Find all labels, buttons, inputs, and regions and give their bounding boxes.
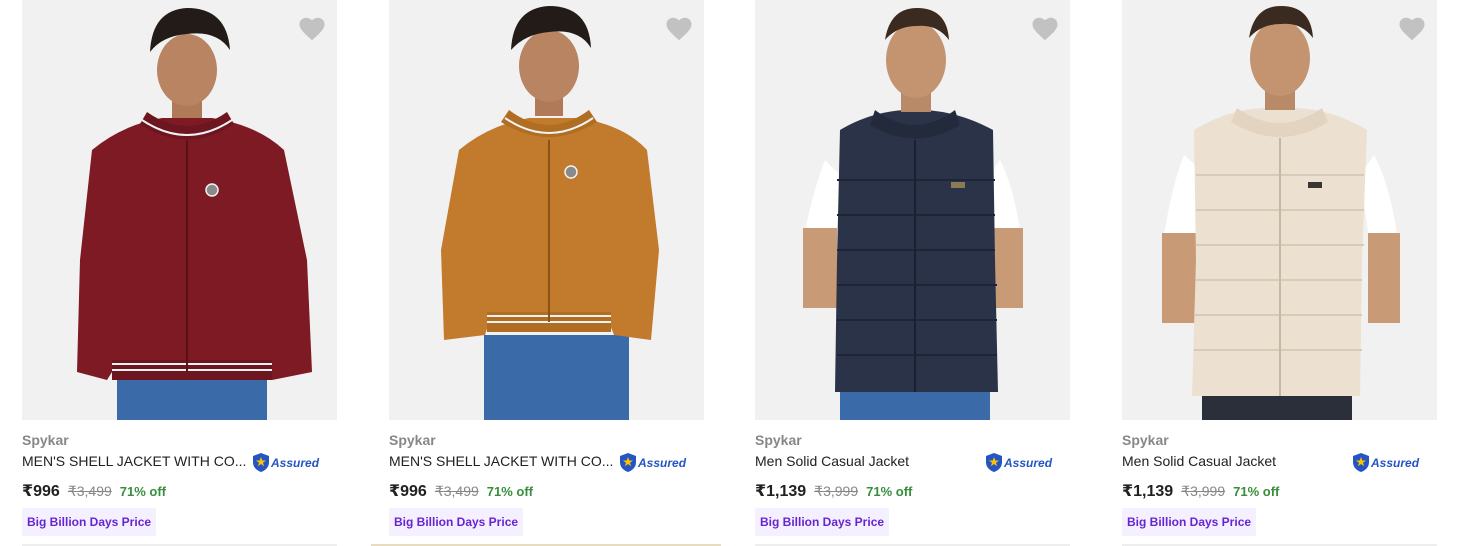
product-photo — [389, 0, 704, 420]
product-photo — [22, 0, 337, 420]
selling-price: ₹1,139 — [755, 483, 807, 500]
product-title[interactable]: Men Solid Casual Jacket — [755, 453, 909, 469]
selling-price: ₹996 — [389, 483, 427, 500]
original-price: ₹3,499 — [434, 483, 479, 499]
assured-shield-icon — [986, 453, 1002, 472]
offer-badge: Big Billion Days Price — [755, 508, 890, 536]
offer-badge: Big Billion Days Price — [1122, 508, 1257, 536]
product-title[interactable]: Men Solid Casual Jacket — [1122, 453, 1276, 469]
assured-label: Assured — [271, 455, 320, 470]
brand-name: Spykar — [1122, 432, 1169, 448]
brand-name: Spykar — [22, 432, 69, 448]
assured-label: Assured — [1004, 455, 1053, 470]
product-card[interactable]: Spykar Men Solid Casual Jacket Assured ₹… — [1122, 0, 1438, 546]
assured-shield-icon — [620, 453, 636, 472]
product-card[interactable]: Spykar MEN'S SHELL JACKET WITH CO... Ass… — [22, 0, 338, 546]
original-price: ₹3,999 — [1181, 483, 1226, 499]
offer-badge: Big Billion Days Price — [22, 508, 157, 536]
price-row: ₹996 ₹3,499 71% off — [22, 481, 166, 501]
product-photo — [1122, 0, 1437, 420]
assured-shield-icon — [253, 453, 269, 472]
assured-badge: Assured — [252, 452, 319, 473]
selling-price: ₹996 — [22, 483, 60, 500]
product-image[interactable] — [755, 0, 1070, 420]
heart-icon — [299, 17, 325, 41]
wishlist-button[interactable] — [1397, 14, 1427, 44]
wishlist-button[interactable] — [664, 14, 694, 44]
original-price: ₹3,499 — [67, 483, 112, 499]
brand-name: Spykar — [389, 432, 436, 448]
discount-percent: 71% off — [1233, 484, 1280, 499]
assured-label: Assured — [1371, 455, 1420, 470]
brand-name: Spykar — [755, 432, 802, 448]
product-photo — [755, 0, 1070, 420]
price-row: ₹1,139 ₹3,999 71% off — [1122, 481, 1279, 501]
discount-percent: 71% off — [119, 484, 167, 499]
price-row: ₹1,139 ₹3,999 71% off — [755, 481, 912, 501]
assured-badge: Assured — [619, 452, 686, 473]
product-title[interactable]: MEN'S SHELL JACKET WITH CO... — [22, 453, 246, 469]
heart-icon — [1032, 17, 1058, 41]
original-price: ₹3,999 — [814, 483, 859, 499]
assured-badge: Assured — [985, 452, 1052, 473]
product-card[interactable]: Spykar MEN'S SHELL JACKET WITH CO... Ass… — [371, 0, 721, 546]
offer-badge: Big Billion Days Price — [389, 508, 524, 536]
product-card[interactable]: Spykar Men Solid Casual Jacket Assured ₹… — [755, 0, 1071, 546]
product-title[interactable]: MEN'S SHELL JACKET WITH CO... — [389, 453, 613, 469]
product-image[interactable] — [389, 0, 704, 420]
assured-label: Assured — [638, 455, 687, 470]
heart-icon — [666, 17, 692, 41]
price-row: ₹996 ₹3,499 71% off — [389, 481, 533, 501]
wishlist-button[interactable] — [297, 14, 327, 44]
assured-badge: Assured — [1352, 452, 1419, 473]
discount-percent: 71% off — [486, 484, 534, 499]
product-image[interactable] — [22, 0, 337, 420]
product-image[interactable] — [1122, 0, 1437, 420]
selling-price: ₹1,139 — [1122, 483, 1174, 500]
heart-icon — [1399, 17, 1425, 41]
discount-percent: 71% off — [866, 484, 913, 499]
wishlist-button[interactable] — [1030, 14, 1060, 44]
assured-shield-icon — [1353, 453, 1369, 472]
